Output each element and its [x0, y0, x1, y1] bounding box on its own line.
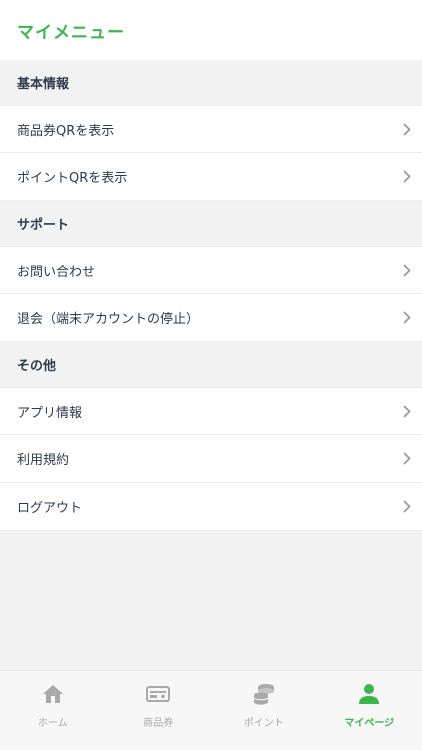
menu-item-logout[interactable]: ログアウト	[0, 483, 422, 531]
menu-item-label: アプリ情報	[17, 405, 83, 421]
chevron-right-icon	[402, 500, 412, 514]
section-support: サポート お問い合わせ 退会（端末アカウントの停止）	[0, 201, 422, 342]
section-basic-info: 基本情報 商品券QRを表示 ポイントQRを表示	[0, 60, 422, 201]
menu-item-label: お問い合わせ	[17, 264, 96, 280]
chevron-right-icon	[402, 170, 412, 184]
coins-icon	[252, 682, 276, 706]
menu-item-label: 商品券QRを表示	[17, 123, 115, 139]
section-title: 基本情報	[0, 60, 422, 105]
chevron-right-icon	[402, 404, 412, 418]
menu-item-terms[interactable]: 利用規約	[0, 435, 422, 483]
section-title: その他	[0, 342, 422, 387]
menu-item-point-qr[interactable]: ポイントQRを表示	[0, 153, 422, 201]
chevron-right-icon	[402, 263, 412, 277]
menu-item-label: 利用規約	[17, 453, 70, 468]
tab-label: ホーム	[37, 718, 68, 729]
section-title: サポート	[0, 201, 422, 246]
chevron-right-icon	[402, 311, 412, 325]
menu-item-label: ポイントQRを表示	[17, 171, 128, 186]
tab-points[interactable]: ポイント	[211, 671, 317, 750]
chevron-right-icon	[402, 122, 412, 136]
chevron-right-icon	[402, 452, 412, 466]
tab-mypage[interactable]: マイページ	[317, 671, 422, 750]
tab-voucher[interactable]: 商品券	[106, 671, 212, 750]
menu-item-contact[interactable]: お問い合わせ	[0, 246, 422, 294]
menu-item-label: 退会（端末アカウントの停止）	[17, 312, 200, 327]
menu-item-voucher-qr[interactable]: 商品券QRを表示	[0, 105, 422, 153]
menu-item-label: ログアウト	[17, 501, 83, 516]
menu-item-app-info[interactable]: アプリ情報	[0, 387, 422, 435]
home-icon	[41, 682, 65, 706]
page-title: マイメニュー	[17, 22, 125, 43]
person-icon	[357, 682, 381, 706]
tab-label: 商品券	[143, 718, 174, 729]
app-header: マイメニュー	[0, 0, 422, 60]
bottom-tab-bar: ホーム 商品券 ポイント マイページ	[0, 670, 422, 750]
tab-label: ポイント	[243, 718, 284, 729]
tab-home[interactable]: ホーム	[0, 671, 106, 750]
section-other: その他 アプリ情報 利用規約 ログアウト	[0, 342, 422, 531]
menu-item-withdraw[interactable]: 退会（端末アカウントの停止）	[0, 294, 422, 342]
tab-label: マイページ	[344, 718, 395, 729]
voucher-icon	[146, 682, 171, 706]
